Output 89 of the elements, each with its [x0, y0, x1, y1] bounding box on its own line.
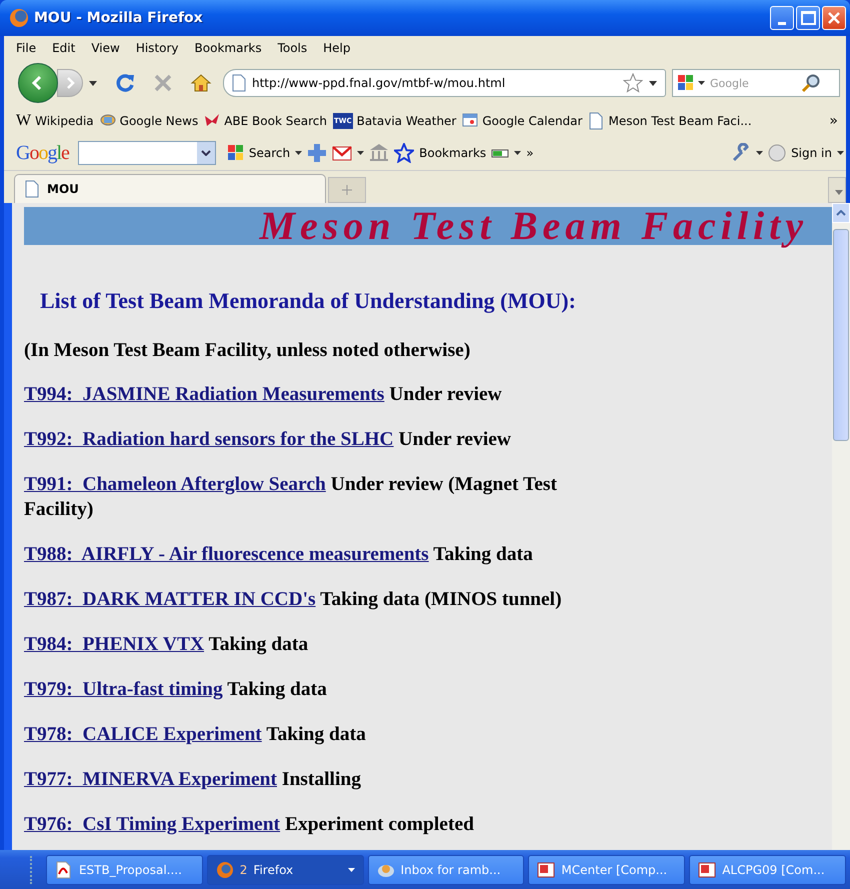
entry-link[interactable]: T979: Ultra-fast timing	[24, 679, 223, 700]
dropdown-icon[interactable]	[514, 151, 522, 155]
tab-list-button[interactable]	[828, 177, 846, 203]
page-icon	[25, 180, 39, 198]
firefox-icon	[216, 860, 234, 878]
overflow-button[interactable]: »	[526, 146, 534, 160]
menu-item[interactable]: File	[8, 41, 44, 55]
wrench-icon[interactable]	[731, 143, 752, 163]
entry-text: T984: PHENIX VTX Taking data	[24, 633, 310, 657]
tab[interactable]: MOU	[14, 174, 326, 203]
maximize-button[interactable]	[796, 6, 820, 30]
note-text: (In Meson Test Beam Facility, unless noted otherwise)	[24, 340, 472, 362]
back-button[interactable]	[18, 63, 58, 103]
entry-link[interactable]: T988: AIRFLY - Air fluorescence measurements	[24, 544, 429, 565]
circle-icon	[768, 144, 786, 162]
minimize-button[interactable]	[770, 6, 794, 30]
bookmark[interactable]: Google News	[100, 112, 198, 130]
scroll-thumb[interactable]	[833, 229, 849, 441]
star-icon[interactable]	[623, 73, 643, 93]
bookmark[interactable]: ABE Book Search	[204, 112, 327, 130]
entry-link[interactable]: T984: PHENIX VTX	[24, 634, 204, 655]
entry-text: T992: Radiation hard sensors for the SLHC Under review	[24, 428, 512, 452]
page-icon	[232, 74, 246, 92]
dropdown-icon[interactable]	[756, 151, 764, 155]
entry-link[interactable]: T977: MINERVA Experiment	[24, 769, 277, 790]
star-icon[interactable]	[394, 143, 414, 163]
entry-link[interactable]: T987: DARK MATTER IN CCD's	[24, 589, 316, 610]
menu-item[interactable]: Tools	[270, 41, 316, 55]
dropdown-icon[interactable]	[348, 868, 355, 872]
search-button[interactable]: Search	[226, 144, 290, 162]
pdf-icon	[54, 860, 73, 878]
overflow-button[interactable]: »	[829, 113, 838, 129]
entry-link[interactable]: T976: CsI Timing Experiment	[24, 814, 280, 835]
bookmarks-button[interactable]: Bookmarks	[419, 146, 486, 160]
bookmark[interactable]: Meson Test Beam Faci...	[588, 112, 752, 130]
caret-icon	[836, 210, 846, 216]
google-icon	[226, 144, 245, 162]
search-combo[interactable]	[78, 141, 216, 165]
entry-text: T976: CsI Timing Experiment Experiment completed	[24, 813, 475, 837]
taskbar-button[interactable]: 2 Firefox	[206, 854, 364, 884]
entry-text: T978: CALICE Experiment Taking data	[24, 723, 367, 747]
dropdown-icon[interactable]	[295, 151, 302, 155]
entry-link[interactable]: T991: Chameleon Afterglow Search	[24, 474, 326, 495]
entry-link[interactable]: T994: JASMINE Radiation Measurements	[24, 384, 384, 405]
dropdown-icon[interactable]	[89, 80, 97, 86]
caret-icon	[200, 150, 211, 156]
entry-text: T991: Chameleon Afterglow Search Under review (Magnet Test Facility)	[24, 473, 558, 522]
dropdown-icon[interactable]	[649, 80, 657, 86]
caret-icon	[835, 190, 843, 194]
slides-icon	[537, 860, 556, 878]
page-heading: List of Test Beam Memoranda of Understanding (MOU):	[40, 288, 577, 314]
menu-item[interactable]: History	[128, 41, 187, 55]
pagerank-icon	[491, 148, 510, 158]
close-button[interactable]	[822, 6, 846, 30]
dropdown-icon[interactable]	[837, 151, 844, 155]
entry-text: T988: AIRFLY - Air fluorescence measurements Taking data	[24, 543, 534, 567]
home-icon[interactable]	[190, 72, 212, 94]
page-icon	[588, 112, 604, 130]
dropdown-icon[interactable]	[357, 151, 364, 155]
scroll-up-button[interactable]	[832, 203, 850, 223]
firefox-icon	[10, 9, 28, 27]
wikipedia-icon: W	[16, 112, 32, 130]
menu-item[interactable]: Bookmarks	[186, 41, 270, 55]
entry-link[interactable]: T992: Radiation hard sensors for the SLHC	[24, 429, 394, 450]
menu-item[interactable]: Help	[315, 41, 358, 55]
menu-item[interactable]: Edit	[44, 41, 84, 55]
arrow-right-icon	[64, 76, 76, 90]
entry-text: T979: Ultra-fast timing Taking data	[24, 678, 328, 702]
slides-icon	[698, 860, 716, 878]
menu-item[interactable]: View	[83, 41, 128, 55]
search-icon[interactable]	[801, 73, 821, 93]
sign-in-button[interactable]: Sign in	[791, 146, 832, 160]
google-icon	[677, 74, 695, 92]
bookmark[interactable]: W Wikipedia	[16, 112, 94, 130]
reload-icon[interactable]	[114, 72, 136, 94]
entry-text: T987: DARK MATTER IN CCD's Taking data (MINOS tunnel)	[24, 588, 563, 612]
window-count: 2	[240, 862, 248, 876]
plus-icon	[342, 184, 352, 194]
google-logo: Google	[16, 142, 69, 164]
window-title: MOU - Mozilla Firefox	[34, 10, 204, 26]
entry-text: T977: MINERVA Experiment Installing	[24, 768, 362, 792]
address-bar[interactable]: http://www-ppd.fnal.gov/mtbf-w/mou.html	[223, 69, 666, 97]
bookmark[interactable]: Google Calendar	[462, 112, 582, 130]
close-icon	[827, 11, 841, 25]
entry-text: T994: JASMINE Radiation Measurements Under review	[24, 383, 503, 407]
dropdown-icon[interactable]	[698, 81, 705, 85]
plus-icon[interactable]	[307, 143, 328, 163]
entry-link[interactable]: T978: CALICE Experiment	[24, 724, 262, 745]
scrollbar[interactable]	[832, 203, 850, 850]
